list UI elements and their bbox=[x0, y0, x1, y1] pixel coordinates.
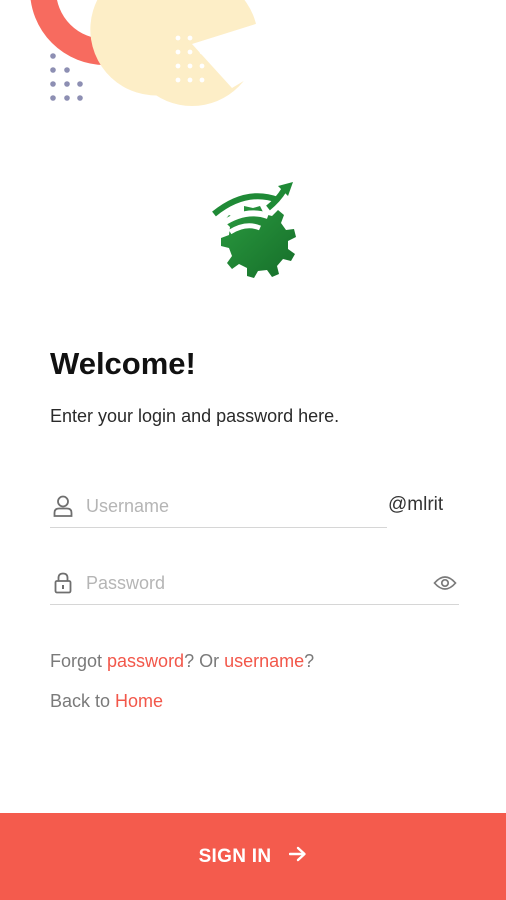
decorative-header bbox=[0, 0, 300, 120]
arrow-right-icon bbox=[289, 846, 307, 868]
forgot-middle-text: ? Or bbox=[184, 651, 225, 671]
password-input[interactable] bbox=[86, 568, 433, 598]
forgot-username-link[interactable]: username bbox=[224, 651, 304, 671]
home-link[interactable]: Home bbox=[115, 691, 163, 711]
page-subtitle: Enter your login and password here. bbox=[50, 406, 340, 426]
decorative-shapes bbox=[30, 0, 262, 106]
forgot-prefix-text: Forgot bbox=[50, 651, 108, 671]
username-field bbox=[50, 485, 387, 528]
purple-dot-grid bbox=[50, 53, 83, 101]
forgot-suffix-text: ? bbox=[304, 651, 315, 671]
forgot-password-link[interactable]: password bbox=[107, 651, 184, 671]
forgot-credentials-line: Forgot password? Or username? bbox=[50, 651, 314, 672]
username-domain-suffix: @mlrit bbox=[388, 494, 444, 515]
back-home-line: Back to Home bbox=[50, 691, 163, 712]
page-title: Welcome! bbox=[50, 346, 196, 381]
user-icon bbox=[52, 495, 74, 517]
eye-icon[interactable] bbox=[433, 571, 457, 595]
back-prefix-text: Back to bbox=[50, 691, 116, 711]
app-logo bbox=[198, 178, 308, 293]
sign-in-button[interactable]: SIGN IN bbox=[0, 813, 506, 900]
password-field bbox=[50, 562, 459, 605]
sign-in-label: SIGN IN bbox=[198, 845, 272, 867]
lock-icon bbox=[52, 572, 74, 594]
gear-signal-logo-icon bbox=[212, 182, 296, 278]
username-input[interactable] bbox=[86, 491, 387, 521]
